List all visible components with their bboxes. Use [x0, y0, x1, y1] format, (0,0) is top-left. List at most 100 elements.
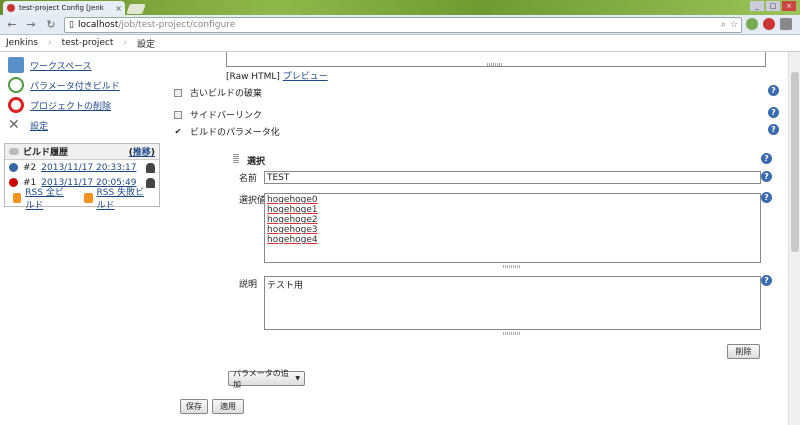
folder-icon: [8, 57, 24, 73]
configure-form: [Raw HTML] プレビュー 古いビルドの破棄 ? サイドバーリンク ? ✔…: [170, 52, 788, 425]
help-icon[interactable]: ?: [761, 171, 772, 182]
status-ball-blue-icon: [9, 163, 18, 172]
cloud-icon: [9, 148, 19, 155]
sidebar-link-row: サイドバーリンク: [174, 108, 262, 121]
param-type-label: 選択: [247, 157, 266, 167]
profile-icon[interactable]: [763, 18, 775, 30]
console-user-icon[interactable]: [146, 162, 155, 173]
breadcrumb: Jenkins › test-project › 設定: [0, 35, 800, 52]
choice-line: hogehoge1: [267, 205, 318, 215]
rss-row: RSS 全ビルド RSS 失敗ビルド: [5, 188, 159, 211]
sidebar-item-workspace[interactable]: ワークスペース: [0, 55, 170, 75]
raw-html-label: [Raw HTML]: [226, 72, 280, 82]
close-window-button[interactable]: ×: [782, 1, 796, 11]
help-icon[interactable]: ?: [768, 107, 779, 118]
tab-close-icon[interactable]: ×: [115, 4, 122, 13]
parameterized-build-row: ✔ ビルドのパラメータ化: [174, 125, 280, 138]
browser-tab[interactable]: test-project Config [Jenk ×: [3, 1, 125, 15]
minimize-button[interactable]: _: [750, 1, 764, 11]
choice-line: hogehoge2: [267, 215, 318, 225]
no-entry-icon: [8, 97, 24, 113]
add-parameter-button[interactable]: パラメータの追加 ▼: [228, 369, 305, 389]
help-icon[interactable]: ?: [768, 124, 779, 135]
scrollbar-thumb[interactable]: [791, 72, 799, 252]
resize-grip[interactable]: [503, 265, 521, 268]
breadcrumb-configure[interactable]: 設定: [137, 37, 155, 50]
browser-toolbar: ← → ↻ ▯ localhost/job/test-project/confi…: [0, 15, 800, 35]
build-history-panel: ビルド履歴 (推移) #2 2013/11/17 20:33:17 #1 201…: [4, 143, 160, 211]
back-arrow-icon[interactable]: ←: [5, 18, 19, 32]
build-date-link[interactable]: 2013/11/17 20:33:17: [41, 163, 136, 173]
sidebar-item-label[interactable]: ワークスペース: [30, 59, 92, 72]
breadcrumb-project[interactable]: test-project: [62, 38, 114, 48]
discard-old-builds-checkbox[interactable]: [174, 88, 182, 97]
sidebar-item-label[interactable]: パラメータ付きビルド: [30, 79, 120, 92]
option-label: サイドバーリンク: [190, 111, 263, 121]
save-button[interactable]: 保存: [180, 399, 208, 414]
build-row: #2 2013/11/17 20:33:17: [5, 160, 159, 175]
delete-parameter-button[interactable]: 削除: [727, 344, 760, 359]
new-tab-button[interactable]: [126, 4, 146, 14]
build-number: #2: [23, 162, 37, 173]
option-label: ビルドのパラメータ化: [190, 128, 280, 138]
url-path: /job/test-project/configure: [118, 20, 236, 30]
sidebar-item-label[interactable]: 設定: [30, 119, 48, 132]
help-icon[interactable]: ?: [761, 153, 772, 164]
option-label: 古いビルドの破棄: [190, 89, 263, 99]
choices-label: 選択値: [239, 196, 267, 206]
name-input[interactable]: TEST: [264, 171, 761, 184]
page-icon: ▯: [69, 20, 74, 30]
tab-title: test-project Config [Jenk: [19, 4, 104, 12]
help-icon[interactable]: ?: [761, 275, 772, 286]
extension-icons: [746, 18, 792, 30]
build-history-header: ビルド履歴 (推移): [5, 144, 159, 160]
drag-handle-icon[interactable]: [233, 154, 239, 163]
maximize-button[interactable]: □: [766, 1, 780, 11]
description-textarea[interactable]: [226, 52, 766, 67]
sidebar-item-delete-project[interactable]: プロジェクトの削除: [0, 95, 170, 115]
resize-grip[interactable]: [487, 63, 503, 66]
window-titlebar: test-project Config [Jenk × _ □ ×: [0, 0, 800, 15]
trend-link[interactable]: 推移: [133, 148, 151, 158]
help-icon[interactable]: ?: [768, 85, 779, 96]
search-icon[interactable]: ⌕: [721, 20, 726, 30]
tools-icon: ✕: [8, 117, 20, 133]
reload-icon[interactable]: ↻: [44, 18, 58, 32]
dropdown-arrow-icon: ▼: [295, 375, 300, 382]
bookmark-star-icon[interactable]: ☆: [730, 20, 738, 30]
raw-html-row: [Raw HTML] プレビュー: [226, 69, 328, 82]
url-host: localhost: [77, 20, 119, 30]
extension-icon[interactable]: [746, 18, 758, 30]
discard-old-builds-row: 古いビルドの破棄: [174, 86, 262, 99]
name-label: 名前: [239, 174, 258, 184]
rss-icon: [13, 193, 22, 203]
forward-arrow-icon[interactable]: →: [24, 18, 38, 32]
breadcrumb-jenkins[interactable]: Jenkins: [6, 38, 38, 48]
parameterized-build-checkbox[interactable]: ✔: [174, 127, 182, 136]
rss-failed-link[interactable]: RSS 失敗ビルド: [97, 185, 151, 211]
help-icon[interactable]: ?: [761, 192, 772, 203]
clock-icon: [8, 77, 24, 93]
choice-line: hogehoge3: [267, 225, 318, 235]
description-label: 説明: [239, 280, 258, 290]
sidebar-item-build-with-parameters[interactable]: パラメータ付きビルド: [0, 75, 170, 95]
apply-button[interactable]: 適用: [212, 399, 244, 414]
page-scrollbar[interactable]: [788, 52, 800, 425]
breadcrumb-separator: ›: [123, 38, 128, 48]
resize-grip[interactable]: [503, 332, 521, 335]
preview-link[interactable]: プレビュー: [283, 72, 328, 82]
sidebar-link-checkbox[interactable]: [174, 110, 182, 119]
breadcrumb-separator: ›: [48, 38, 52, 48]
choices-textarea[interactable]: hogehoge0 hogehoge1 hogehoge2 hogehoge3 …: [264, 193, 761, 263]
sidebar-item-label[interactable]: プロジェクトの削除: [30, 99, 111, 112]
description-input[interactable]: テスト用: [264, 276, 761, 330]
menu-icon[interactable]: [780, 18, 792, 30]
trend-link-wrap: (推移): [129, 145, 155, 158]
sidebar-item-configure[interactable]: ✕ 設定: [0, 115, 170, 135]
paren: ): [150, 148, 155, 158]
address-bar[interactable]: ▯ localhost/job/test-project/configure ⌕…: [64, 17, 742, 33]
jenkins-favicon-icon: [7, 4, 15, 12]
rss-all-link[interactable]: RSS 全ビルド: [25, 185, 72, 211]
status-ball-red-icon: [9, 178, 18, 187]
choice-line: hogehoge0: [267, 195, 318, 205]
